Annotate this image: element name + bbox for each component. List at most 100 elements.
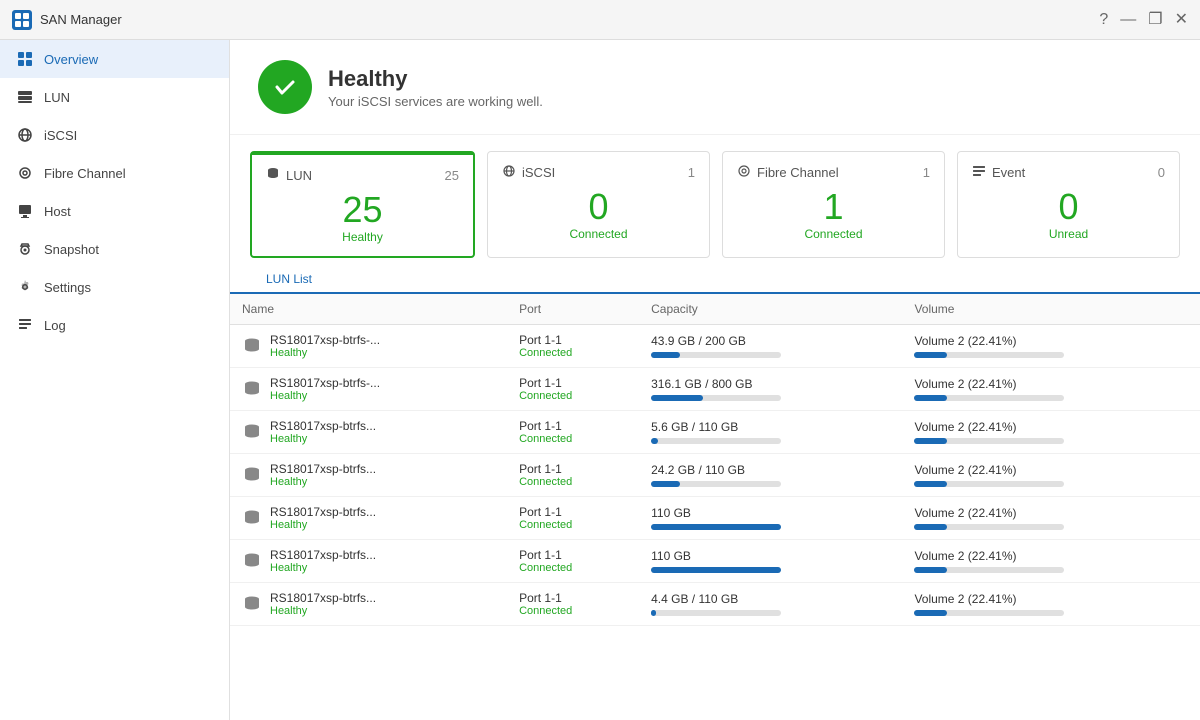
volume-progress-bg (914, 352, 1064, 358)
lun-status: Healthy (270, 562, 376, 574)
cell-capacity: 4.4 GB / 110 GB (639, 583, 902, 626)
table-row[interactable]: RS18017xsp-btrfs... Healthy Port 1-1 Con… (230, 540, 1200, 583)
iscsi-stat-number: 0 (502, 189, 695, 225)
table-row[interactable]: RS18017xsp-btrfs-... Healthy Port 1-1 Co… (230, 325, 1200, 368)
health-info: Healthy Your iSCSI services are working … (328, 66, 543, 109)
table-row[interactable]: RS18017xsp-btrfs... Healthy Port 1-1 Con… (230, 497, 1200, 540)
sidebar-label-lun: LUN (44, 90, 70, 105)
stat-card-lun[interactable]: LUN 25 25 Healthy (250, 151, 475, 258)
cell-volume: Volume 2 (22.41%) (902, 325, 1200, 368)
cell-name: RS18017xsp-btrfs... Healthy (230, 411, 507, 454)
port-name: Port 1-1 (519, 376, 627, 390)
help-button[interactable]: ? (1099, 12, 1108, 28)
volume-text: Volume 2 (22.41%) (914, 506, 1188, 520)
lun-stat-number: 25 (266, 192, 459, 228)
lun-card-title: LUN (286, 168, 312, 183)
cell-volume: Volume 2 (22.41%) (902, 368, 1200, 411)
tab-lun-list[interactable]: LUN List (250, 266, 328, 294)
col-name: Name (230, 294, 507, 325)
cell-volume: Volume 2 (22.41%) (902, 583, 1200, 626)
volume-text: Volume 2 (22.41%) (914, 549, 1188, 563)
db-icon (242, 594, 262, 614)
sidebar-item-snapshot[interactable]: Snapshot (0, 230, 229, 268)
sidebar-label-settings: Settings (44, 280, 91, 295)
stats-row: LUN 25 25 Healthy (230, 135, 1200, 258)
cell-name: RS18017xsp-btrfs... Healthy (230, 583, 507, 626)
lun-card-db-icon (266, 167, 280, 184)
window-controls: ? — ❐ ✕ (1099, 12, 1188, 28)
table-row[interactable]: RS18017xsp-btrfs... Healthy Port 1-1 Con… (230, 583, 1200, 626)
overview-icon (16, 50, 34, 68)
cell-port: Port 1-1 Connected (507, 497, 639, 540)
fibre-channel-icon (16, 164, 34, 182)
sidebar-item-settings[interactable]: Settings (0, 268, 229, 306)
port-status: Connected (519, 519, 627, 531)
sidebar-label-overview: Overview (44, 52, 98, 67)
titlebar: SAN Manager ? — ❐ ✕ (0, 0, 1200, 40)
sidebar-item-iscsi[interactable]: iSCSI (0, 116, 229, 154)
lun-name: RS18017xsp-btrfs... (270, 462, 376, 476)
table-header: Name Port Capacity Volume (230, 294, 1200, 325)
cell-port: Port 1-1 Connected (507, 325, 639, 368)
volume-text: Volume 2 (22.41%) (914, 592, 1188, 606)
capacity-progress-bg (651, 481, 781, 487)
volume-progress-fill (914, 481, 947, 487)
capacity-text: 43.9 GB / 200 GB (651, 334, 890, 348)
volume-progress-bg (914, 395, 1064, 401)
sidebar-item-host[interactable]: Host (0, 192, 229, 230)
cell-capacity: 110 GB (639, 497, 902, 540)
lun-status: Healthy (270, 390, 380, 402)
capacity-text: 110 GB (651, 506, 890, 520)
stat-card-iscsi[interactable]: iSCSI 1 0 Connected (487, 151, 710, 258)
cell-name: RS18017xsp-btrfs... Healthy (230, 497, 507, 540)
iscsi-card-globe-icon (502, 164, 516, 181)
db-icon (242, 508, 262, 528)
cell-capacity: 5.6 GB / 110 GB (639, 411, 902, 454)
sidebar-item-lun[interactable]: LUN (0, 78, 229, 116)
cell-volume: Volume 2 (22.41%) (902, 497, 1200, 540)
lun-name: RS18017xsp-btrfs-... (270, 333, 380, 347)
table-row[interactable]: RS18017xsp-btrfs-... Healthy Port 1-1 Co… (230, 368, 1200, 411)
lun-status: Healthy (270, 433, 376, 445)
minimize-button[interactable]: — (1120, 12, 1136, 28)
stat-card-fibre-channel[interactable]: Fibre Channel 1 1 Connected (722, 151, 945, 258)
sidebar-item-fibre-channel[interactable]: Fibre Channel (0, 154, 229, 192)
fc-stat-label: Connected (737, 227, 930, 241)
event-card-icon (972, 164, 986, 181)
cell-port: Port 1-1 Connected (507, 454, 639, 497)
volume-progress-fill (914, 524, 947, 530)
stat-card-event[interactable]: Event 0 0 Unread (957, 151, 1180, 258)
volume-progress-bg (914, 567, 1064, 573)
maximize-button[interactable]: ❐ (1148, 12, 1162, 28)
capacity-progress-fill (651, 438, 658, 444)
table-row[interactable]: RS18017xsp-btrfs... Healthy Port 1-1 Con… (230, 454, 1200, 497)
db-icon (242, 422, 262, 442)
event-card-title: Event (992, 165, 1025, 180)
lun-name: RS18017xsp-btrfs... (270, 505, 376, 519)
event-stat-label: Unread (972, 227, 1165, 241)
lun-icon (16, 88, 34, 106)
sidebar-item-log[interactable]: Log (0, 306, 229, 344)
fc-card-icon (737, 164, 751, 181)
capacity-progress-bg (651, 567, 781, 573)
capacity-progress-fill (651, 481, 680, 487)
sidebar-label-host: Host (44, 204, 71, 219)
host-icon (16, 202, 34, 220)
close-button[interactable]: ✕ (1175, 12, 1188, 28)
cell-capacity: 110 GB (639, 540, 902, 583)
volume-text: Volume 2 (22.41%) (914, 334, 1188, 348)
sidebar-item-overview[interactable]: Overview (0, 40, 229, 78)
capacity-text: 5.6 GB / 110 GB (651, 420, 890, 434)
table-row[interactable]: RS18017xsp-btrfs... Healthy Port 1-1 Con… (230, 411, 1200, 454)
table-scroll[interactable]: Name Port Capacity Volume RS18017xsp-btr… (230, 294, 1200, 720)
volume-progress-fill (914, 352, 947, 358)
sidebar-label-snapshot: Snapshot (44, 242, 99, 257)
db-icon (242, 465, 262, 485)
cell-name: RS18017xsp-btrfs... Healthy (230, 540, 507, 583)
health-message: Your iSCSI services are working well. (328, 94, 543, 109)
cell-capacity: 43.9 GB / 200 GB (639, 325, 902, 368)
port-name: Port 1-1 (519, 462, 627, 476)
iscsi-stat-label: Connected (502, 227, 695, 241)
settings-icon (16, 278, 34, 296)
capacity-text: 110 GB (651, 549, 890, 563)
